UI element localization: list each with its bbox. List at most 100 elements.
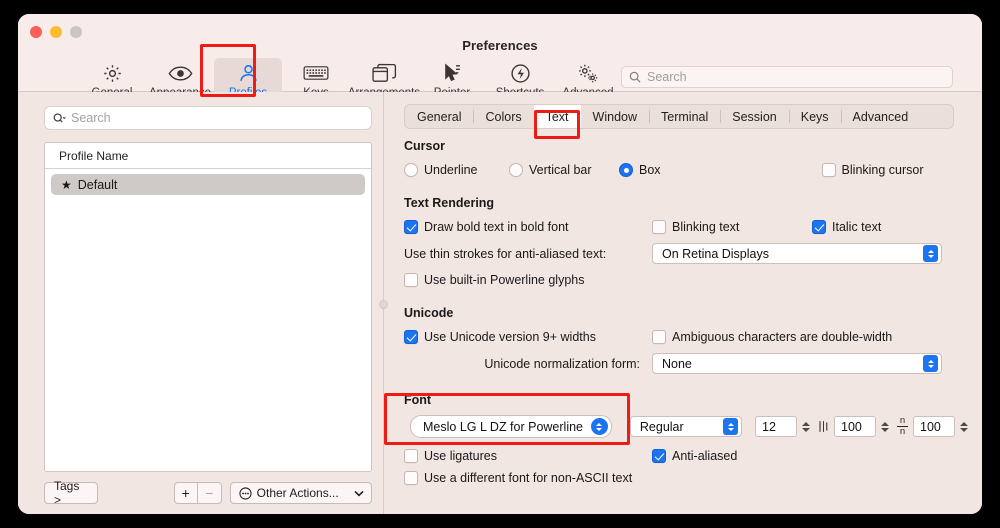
tab-window[interactable]: Window <box>581 105 649 128</box>
search-input[interactable]: Search <box>621 66 953 88</box>
window-body: Search Profile Name ★ Default Tags > + − <box>18 92 982 514</box>
checkbox-blinking-text[interactable]: Blinking text <box>652 220 812 234</box>
remove-profile-button[interactable]: − <box>197 482 222 504</box>
window-titlebar: Preferences General App <box>18 14 982 105</box>
radio-indicator <box>404 163 418 177</box>
font-style-dropdown[interactable]: Regular <box>629 416 742 437</box>
tab-keys[interactable]: Keys <box>788 105 841 128</box>
add-remove-group: + − <box>173 482 222 504</box>
checkbox-indicator <box>821 163 836 177</box>
gear-icon <box>102 62 123 84</box>
tab-colors[interactable]: Colors <box>473 105 533 128</box>
stepper-icon[interactable] <box>960 421 968 432</box>
table-row[interactable]: ★ Default <box>51 174 365 195</box>
unicode-normalization-dropdown[interactable]: None <box>652 353 942 374</box>
checkbox-non-ascii-font[interactable]: Use a different font for non-ASCII text <box>404 471 632 485</box>
search-icon <box>53 112 66 125</box>
text-tab-content: Cursor Underline Vertical bar Box Blinki… <box>404 139 968 514</box>
zoom-button[interactable] <box>70 26 82 38</box>
checkbox-label: Use Unicode version 9+ widths <box>424 330 596 344</box>
checkbox-label: Anti-aliased <box>672 449 738 463</box>
checkbox-label: Use a different font for non-ASCII text <box>424 471 633 485</box>
vertical-spacing-stepper[interactable]: 100 <box>834 416 889 437</box>
thin-strokes-value: On Retina Displays <box>662 246 769 261</box>
font-size-stepper[interactable]: 12 <box>755 416 810 437</box>
star-icon: ★ <box>61 177 72 192</box>
section-title-unicode: Unicode <box>404 306 454 320</box>
search-icon <box>629 71 641 83</box>
profile-search-input[interactable]: Search <box>44 106 372 130</box>
radio-cursor-box[interactable]: Box <box>619 163 661 177</box>
checkbox-indicator <box>404 330 418 344</box>
checkbox-draw-bold-text[interactable]: Draw bold text in bold font <box>404 220 652 234</box>
minimize-button[interactable] <box>50 26 62 38</box>
checkbox-unicode-version9[interactable]: Use Unicode version 9+ widths <box>404 330 652 344</box>
checkbox-ambiguous-double-width[interactable]: Ambiguous characters are double-width <box>652 330 892 344</box>
radio-cursor-vertical-bar[interactable]: Vertical bar <box>509 163 619 177</box>
section-title-text-rendering: Text Rendering <box>404 196 495 210</box>
font-size-input[interactable]: 12 <box>755 416 797 437</box>
radio-indicator <box>509 163 523 177</box>
ellipsis-circle-icon <box>239 486 252 500</box>
search-placeholder: Search <box>647 70 687 84</box>
checkbox-label: Blinking cursor <box>841 163 924 177</box>
horizontal-spacing-input[interactable]: 100 <box>913 416 955 437</box>
font-family-value: Meslo LG L DZ for Powerline <box>423 419 584 434</box>
chevron-updown-icon <box>923 355 938 372</box>
section-title-font: Font <box>404 393 432 407</box>
tags-button[interactable]: Tags > <box>44 479 98 507</box>
checkbox-label: Draw bold text in bold font <box>424 220 569 234</box>
column-header-profile-name: Profile Name <box>59 148 129 163</box>
tab-general[interactable]: General <box>405 105 473 128</box>
radio-label: Box <box>639 163 661 177</box>
radio-label: Vertical bar <box>529 163 592 177</box>
gears-icon <box>576 62 600 84</box>
horizontal-spacing-stepper[interactable]: 100 <box>913 416 968 437</box>
profiles-table[interactable]: Profile Name ★ Default <box>44 142 372 472</box>
checkbox-italic-text[interactable]: Italic text <box>812 220 881 234</box>
checkbox-indicator <box>652 330 666 344</box>
other-actions-button[interactable]: Other Actions... <box>229 482 372 504</box>
profile-settings-pane: General Colors Text Window Terminal Sess… <box>384 92 982 514</box>
checkbox-anti-aliased[interactable]: Anti-aliased <box>652 449 737 463</box>
stepper-icon[interactable] <box>881 421 889 432</box>
checkbox-indicator <box>404 471 418 485</box>
cursor-icon <box>442 62 462 84</box>
sidebar-toolbar: Tags > + − Other Actions... <box>44 479 372 507</box>
tab-session[interactable]: Session <box>720 105 788 128</box>
profiles-table-header[interactable]: Profile Name <box>45 143 371 169</box>
other-actions-label: Other Actions... <box>256 486 339 500</box>
close-button[interactable] <box>30 26 42 38</box>
eye-icon <box>168 62 193 84</box>
label-unicode-normalization: Unicode normalization form: <box>484 356 640 371</box>
radio-cursor-underline[interactable]: Underline <box>404 163 509 177</box>
checkbox-powerline-glyphs[interactable]: Use built-in Powerline glyphs <box>404 273 585 287</box>
stepper-icon[interactable] <box>802 421 810 432</box>
settings-tabbar: General Colors Text Window Terminal Sess… <box>404 104 954 129</box>
thin-strokes-dropdown[interactable]: On Retina Displays <box>652 243 942 264</box>
unicode-normalization-value: None <box>662 356 692 371</box>
font-family-dropdown[interactable]: Meslo LG L DZ for Powerline <box>410 415 612 438</box>
chevron-updown-icon <box>590 418 608 435</box>
checkbox-label: Italic text <box>832 220 882 234</box>
chevron-updown-icon <box>923 245 938 262</box>
checkbox-use-ligatures[interactable]: Use ligatures <box>404 449 652 463</box>
checkbox-label: Blinking text <box>672 220 740 234</box>
profiles-table-body: ★ Default <box>45 169 371 195</box>
tab-terminal[interactable]: Terminal <box>649 105 720 128</box>
keyboard-icon <box>303 62 329 84</box>
tab-text[interactable]: Text <box>533 105 581 128</box>
profile-search-placeholder: Search <box>71 111 111 125</box>
checkbox-label: Ambiguous characters are double-width <box>672 330 893 344</box>
checkbox-indicator <box>404 220 418 234</box>
add-profile-button[interactable]: + <box>173 482 198 504</box>
chevron-down-icon <box>354 490 364 497</box>
tab-advanced[interactable]: Advanced <box>840 105 921 128</box>
checkbox-indicator <box>652 220 666 234</box>
chevron-updown-icon <box>723 418 738 435</box>
font-style-value: Regular <box>639 419 684 434</box>
vertical-spacing-input[interactable]: 100 <box>834 416 876 437</box>
windows-icon <box>371 62 397 84</box>
checkbox-blinking-cursor[interactable]: Blinking cursor <box>821 163 924 177</box>
window-title: Preferences <box>462 38 538 53</box>
